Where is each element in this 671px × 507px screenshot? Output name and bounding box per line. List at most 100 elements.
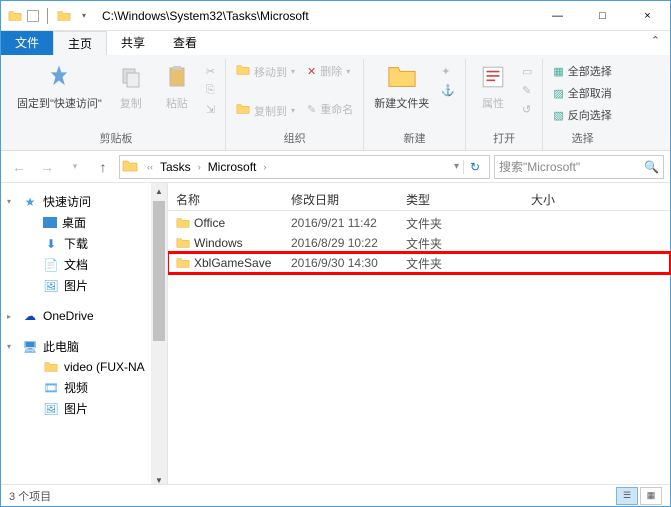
selectnone-button[interactable]: ▨全部取消 — [549, 83, 615, 103]
window-controls: — □ × — [535, 1, 670, 30]
breadcrumb-item[interactable]: Microsoft — [204, 160, 261, 174]
open-group-label: 打开 — [493, 128, 515, 150]
nav-videos[interactable]: 🎞视频 — [1, 377, 167, 398]
moveto-button[interactable]: 移动到 ▾ — [232, 61, 299, 82]
main-area: ▾★快速访问 桌面 ⬇下载 📄文档 🖼图片 ▸☁OneDrive ▾🖥此电脑 v… — [1, 183, 670, 488]
nav-onedrive[interactable]: ▸☁OneDrive — [1, 306, 167, 326]
copypath-button[interactable]: ⎘ — [202, 82, 219, 99]
nav-pictures[interactable]: 🖼图片 — [1, 275, 167, 296]
file-row[interactable]: XblGameSave2016/9/30 14:30文件夹 — [168, 253, 670, 273]
shortcut-icon: ⇲ — [206, 103, 215, 116]
col-size[interactable]: 大小 — [523, 191, 583, 208]
pin-label: 固定到"快速访问" — [17, 95, 102, 111]
tab-file[interactable]: 文件 — [1, 31, 53, 55]
breadcrumb-item[interactable]: Tasks — [156, 160, 195, 174]
scroll-thumb[interactable] — [153, 201, 165, 341]
col-name[interactable]: 名称 — [168, 191, 283, 208]
cut-button[interactable]: ✂ — [202, 63, 219, 80]
close-button[interactable]: × — [625, 1, 670, 30]
file-row[interactable]: Windows2016/8/29 10:22文件夹 — [168, 233, 670, 253]
scroll-up-icon[interactable]: ▲ — [151, 183, 167, 199]
view-icons-button[interactable]: ▦ — [640, 487, 662, 505]
qat-dropdown-icon[interactable]: ▾ — [76, 8, 92, 24]
history-button[interactable]: ↺ — [518, 101, 536, 118]
ribbon-group-new: 新建文件夹 ✦ ⚓ 新建 — [364, 59, 466, 150]
downloads-icon: ⬇ — [43, 236, 59, 252]
open-button[interactable]: ▭ — [518, 63, 536, 80]
onedrive-icon: ☁ — [22, 308, 38, 324]
delete-button[interactable]: ✕删除 ▾ — [303, 61, 357, 81]
copy-button[interactable]: 复制 — [110, 59, 152, 113]
nav-quickaccess[interactable]: ▾★快速访问 — [1, 191, 167, 212]
chevron-right-icon[interactable]: › — [195, 162, 204, 172]
rename-button[interactable]: ✎重命名 — [303, 99, 357, 119]
pc-icon: 🖥 — [22, 339, 38, 355]
col-type[interactable]: 类型 — [398, 191, 523, 208]
paste-button[interactable]: 粘贴 — [156, 59, 198, 113]
expand-icon[interactable]: ▸ — [7, 312, 17, 321]
expand-icon[interactable]: ▾ — [7, 342, 17, 351]
invert-button[interactable]: ▧反向选择 — [549, 105, 615, 125]
newitem-button[interactable]: ✦ — [437, 63, 459, 80]
maximize-button[interactable]: □ — [580, 1, 625, 30]
search-input[interactable]: 搜索"Microsoft" 🔍 — [494, 155, 664, 179]
properties-icon[interactable] — [27, 10, 39, 22]
edit-button[interactable]: ✎ — [518, 82, 536, 99]
navpane-scrollbar[interactable]: ▲ ▼ — [151, 183, 167, 488]
moveto-icon — [236, 63, 250, 80]
forward-button[interactable]: → — [35, 155, 59, 179]
properties-button[interactable]: 属性 — [472, 59, 514, 113]
view-details-button[interactable]: ☰ — [616, 487, 638, 505]
history-icon: ↺ — [522, 103, 531, 116]
nav-pictures-pc[interactable]: 🖼图片 — [1, 398, 167, 419]
expand-icon[interactable]: ▾ — [7, 197, 17, 206]
copy-icon — [115, 61, 147, 93]
pin-icon — [43, 61, 75, 93]
search-icon[interactable]: 🔍 — [644, 160, 659, 174]
selectall-button[interactable]: ▦全部选择 — [549, 61, 615, 81]
up-button[interactable]: ↑ — [91, 155, 115, 179]
file-row[interactable]: Office2016/9/21 11:42文件夹 — [168, 213, 670, 233]
address-bar: ← → ▾ ↑ ‹‹ Tasks › Microsoft › ▾ ↻ 搜索"Mi… — [1, 151, 670, 183]
nav-documents[interactable]: 📄文档 — [1, 254, 167, 275]
properties-icon — [477, 61, 509, 93]
copyto-icon — [236, 102, 250, 119]
minimize-button[interactable]: — — [535, 1, 580, 30]
easyaccess-icon: ⚓ — [441, 84, 455, 97]
nav-downloads[interactable]: ⬇下载 — [1, 233, 167, 254]
nav-video-network[interactable]: video (FUX-NA — [1, 357, 167, 377]
tab-share[interactable]: 共享 — [107, 31, 159, 55]
recent-dropdown[interactable]: ▾ — [63, 155, 87, 179]
nav-thispc[interactable]: ▾🖥此电脑 — [1, 336, 167, 357]
breadcrumb-bar[interactable]: ‹‹ Tasks › Microsoft › ▾ ↻ — [119, 155, 490, 179]
search-placeholder: 搜索"Microsoft" — [499, 158, 580, 175]
invert-icon: ▧ — [553, 109, 563, 122]
col-date[interactable]: 修改日期 — [283, 191, 398, 208]
tab-home[interactable]: 主页 — [53, 31, 107, 55]
file-name-cell: Office — [168, 216, 283, 230]
ribbon-group-organize: 移动到 ▾ 复制到 ▾ ✕删除 ▾ ✎重命名 组织 — [226, 59, 364, 150]
selectall-icon: ▦ — [553, 65, 563, 78]
refresh-button[interactable]: ↻ — [463, 160, 487, 174]
copyto-button[interactable]: 复制到 ▾ — [232, 100, 299, 121]
pin-quickaccess-button[interactable]: 固定到"快速访问" — [13, 59, 106, 113]
easyaccess-button[interactable]: ⚓ — [437, 82, 459, 99]
tab-view[interactable]: 查看 — [159, 31, 211, 55]
clipboard-group-label: 剪贴板 — [100, 128, 133, 150]
select-group-label: 选择 — [572, 128, 594, 150]
newfolder-button[interactable]: 新建文件夹 — [370, 59, 433, 113]
pictures-icon: 🖼 — [43, 278, 59, 294]
folder-icon — [7, 8, 23, 24]
address-dropdown-icon[interactable]: ▾ — [454, 161, 463, 172]
back-button[interactable]: ← — [7, 155, 31, 179]
new-group-label: 新建 — [404, 128, 426, 150]
ribbon-collapse-icon[interactable]: ⌃ — [641, 31, 670, 55]
nav-desktop[interactable]: 桌面 — [1, 212, 167, 233]
chevron-icon[interactable]: ‹‹ — [144, 162, 156, 172]
file-name-cell: Windows — [168, 236, 283, 250]
edit-icon: ✎ — [522, 84, 531, 97]
organize-group-label: 组织 — [284, 128, 306, 150]
chevron-right-icon[interactable]: › — [260, 162, 269, 172]
file-date-cell: 2016/8/29 10:22 — [283, 236, 398, 250]
paste-shortcut-button[interactable]: ⇲ — [202, 101, 219, 118]
